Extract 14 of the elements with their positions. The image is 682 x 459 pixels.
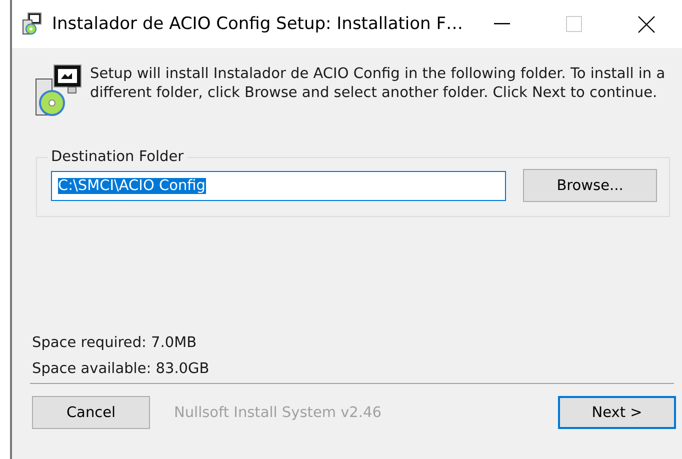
cancel-button[interactable]: Cancel <box>32 396 150 429</box>
close-icon <box>638 16 654 32</box>
browse-button[interactable]: Browse... <box>523 169 657 202</box>
space-required-text: Space required: 7.0MB <box>32 335 198 351</box>
installer-app-icon <box>22 12 44 36</box>
maximize-icon <box>566 16 582 32</box>
space-available-text: Space available: 83.0GB <box>32 361 210 377</box>
group-label: Destination Folder <box>50 149 185 165</box>
minimize-icon <box>494 23 510 25</box>
next-button[interactable]: Next > <box>558 396 676 429</box>
window-title: Instalador de ACIO Config Setup: Installation F… <box>52 14 464 34</box>
intro-text: Setup will install Instalador de ACIO Config in the following folder. To install in a different folder, click Browse and select another folder. Click Next to continue. <box>90 65 666 103</box>
branding-text: Nullsoft Install System v2.46 <box>174 404 382 420</box>
folder-input-field[interactable]: C:\SMCI\ACIO Config <box>51 170 506 200</box>
